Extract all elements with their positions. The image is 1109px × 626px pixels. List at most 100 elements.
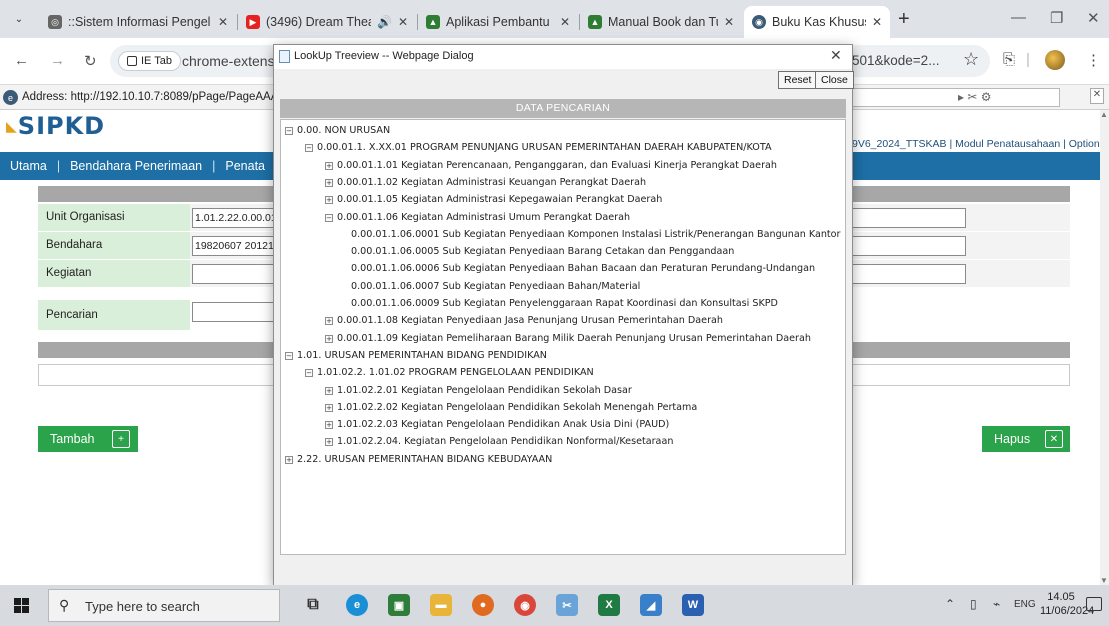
ie-tab-extension-icon[interactable]: ⎘ xyxy=(1003,51,1015,68)
tree-node[interactable]: 0.00.01.1.06.0001 Sub Kegiatan Penyediaa… xyxy=(351,228,841,242)
task-view-icon[interactable]: ⧉ xyxy=(302,594,324,616)
tab-manual-book[interactable]: ▲ Manual Book dan Tutoria ✕ xyxy=(580,6,742,38)
tree-node[interactable]: +2.22. URUSAN PEMERINTAHAN BIDANG KEBUDA… xyxy=(285,453,552,467)
close-tab-icon[interactable]: ✕ xyxy=(218,15,228,29)
hapus-button[interactable]: Hapus ✕ xyxy=(982,426,1070,452)
tree-node[interactable]: −0.00. NON URUSAN xyxy=(285,124,390,138)
tree-node[interactable]: 0.00.01.1.06.0006 Sub Kegiatan Penyediaa… xyxy=(351,262,815,276)
windows-start-icon[interactable] xyxy=(14,598,29,613)
bendahara-name-field[interactable] xyxy=(851,236,966,256)
collapse-icon[interactable]: − xyxy=(305,144,313,153)
forward-arrow-icon[interactable]: → xyxy=(50,52,65,69)
scroll-down-icon[interactable]: ▼ xyxy=(1100,576,1108,585)
tree-node[interactable]: +0.00.01.1.08 Kegiatan Penyediaan Jasa P… xyxy=(325,314,723,328)
more-menu-icon[interactable]: ⋮ xyxy=(1086,51,1101,69)
bendahara-field[interactable]: 19820607 201212 xyxy=(192,236,274,256)
ie-address-url[interactable]: http://192.10.10.7:8089/pPage/PageAAA xyxy=(71,91,279,103)
minimize-icon[interactable]: — xyxy=(1011,9,1026,26)
expand-icon[interactable]: + xyxy=(325,317,333,326)
close-tab-icon[interactable]: ✕ xyxy=(398,15,408,29)
tab-buku-kas-khusus[interactable]: ◉ Buku Kas Khusus - Pemu ✕ xyxy=(744,6,890,38)
expand-icon[interactable]: + xyxy=(325,421,333,430)
expand-icon[interactable]: + xyxy=(285,455,293,464)
tree-node[interactable]: 0.00.01.1.06.0005 Sub Kegiatan Penyediaa… xyxy=(351,245,734,259)
collapse-icon[interactable]: − xyxy=(325,213,333,222)
menu-item-penata[interactable]: Penata xyxy=(215,159,275,173)
tree-node[interactable]: +0.00.01.1.09 Kegiatan Pemeliharaan Bara… xyxy=(325,332,811,346)
tree-node[interactable]: 0.00.01.1.06.0007 Sub Kegiatan Penyediaa… xyxy=(351,280,640,294)
audio-playing-icon[interactable]: 🔊 xyxy=(377,15,392,29)
kegiatan-name-field[interactable] xyxy=(851,264,966,284)
reset-button[interactable]: Reset xyxy=(778,71,818,89)
word-icon[interactable]: W xyxy=(682,594,704,616)
firefox-icon[interactable]: ● xyxy=(472,594,494,616)
tab-aplikasi-pembantu[interactable]: ▲ Aplikasi Pembantu Keuan ✕ xyxy=(418,6,578,38)
collapse-icon[interactable]: − xyxy=(305,369,313,378)
page-scrollbar[interactable]: ▲ ▼ xyxy=(1100,110,1109,585)
expand-icon[interactable]: + xyxy=(325,161,333,170)
bendahara-label: Bendahara xyxy=(38,232,190,259)
tray-expand-icon[interactable]: ⌃ xyxy=(945,597,955,611)
close-tab-icon[interactable]: ✕ xyxy=(872,15,882,29)
tree-node[interactable]: −1.01.02.2. 1.01.02 PROGRAM PENGELOLAAN … xyxy=(305,366,594,380)
menu-item-bendahara-penerimaan[interactable]: Bendahara Penerimaan xyxy=(60,159,212,173)
dialog-close-icon[interactable]: ✕ xyxy=(830,47,842,64)
tambah-button[interactable]: Tambah + xyxy=(38,426,138,452)
menu-item-utama[interactable]: Utama xyxy=(0,159,57,173)
network-icon[interactable]: ⌁ xyxy=(993,597,1000,611)
tree-node[interactable]: +0.00.01.1.05 Kegiatan Administrasi Kepe… xyxy=(325,193,662,207)
tree-node[interactable]: +1.01.02.2.02 Kegiatan Pengelolaan Pendi… xyxy=(325,401,697,415)
pencarian-field[interactable] xyxy=(192,302,274,322)
close-tab-icon[interactable]: ✕ xyxy=(724,15,734,29)
language-indicator[interactable]: ENG xyxy=(1014,599,1036,610)
tree-node[interactable]: 0.00.01.1.06.0009 Sub Kegiatan Penyeleng… xyxy=(351,297,778,311)
battery-icon[interactable]: ▯ xyxy=(970,597,977,611)
tab-sistem-informasi[interactable]: ◎ ::Sistem Informasi Pengel ✕ xyxy=(40,6,236,38)
expand-icon[interactable]: + xyxy=(325,196,333,205)
profile-avatar[interactable] xyxy=(1045,50,1065,70)
expand-icon[interactable]: + xyxy=(325,386,333,395)
tree-node[interactable]: −1.01. URUSAN PEMERINTAHAN BIDANG PENDID… xyxy=(285,349,547,363)
expand-icon[interactable]: + xyxy=(325,334,333,343)
tree-node[interactable]: +0.00.01.1.02 Kegiatan Administrasi Keua… xyxy=(325,176,646,190)
collapse-icon[interactable]: − xyxy=(285,351,293,360)
bookmark-star-icon[interactable]: ☆ xyxy=(963,49,979,70)
chrome-icon[interactable]: ◉ xyxy=(514,594,536,616)
ie-close-icon[interactable]: ✕ xyxy=(1090,88,1104,104)
expand-icon[interactable]: + xyxy=(325,403,333,412)
back-arrow-icon[interactable]: ← xyxy=(14,52,29,69)
tree-node[interactable]: +1.01.02.2.04. Kegiatan Pengelolaan Pend… xyxy=(325,435,673,449)
snipping-tool-icon[interactable]: ✂ xyxy=(556,594,578,616)
ie-tools-icons[interactable]: ▸ ✂ ⚙ xyxy=(958,90,992,104)
unit-organisasi-name-field[interactable] xyxy=(851,208,966,228)
tree-node[interactable]: +1.01.02.2.03 Kegiatan Pengelolaan Pendi… xyxy=(325,418,669,432)
tab-search-icon[interactable]: ⌄ xyxy=(8,8,30,30)
reload-icon[interactable]: ↻ xyxy=(84,52,97,70)
excel-icon[interactable]: X xyxy=(598,594,620,616)
expand-icon[interactable]: + xyxy=(325,438,333,447)
collapse-icon[interactable]: − xyxy=(285,127,293,135)
expand-icon[interactable]: + xyxy=(325,178,333,187)
notification-icon[interactable] xyxy=(1086,597,1102,611)
file-explorer-icon[interactable]: ▬ xyxy=(430,594,452,616)
close-button[interactable]: Close xyxy=(815,71,854,89)
close-tab-icon[interactable]: ✕ xyxy=(560,15,570,29)
close-window-icon[interactable]: ✕ xyxy=(1087,9,1100,27)
taskbar-clock[interactable]: 14.05 11/06/2024 xyxy=(1040,590,1094,618)
restore-icon[interactable]: ❐ xyxy=(1050,9,1063,27)
kegiatan-field[interactable] xyxy=(192,264,274,284)
tree-node[interactable]: −0.00.01.1.06 Kegiatan Administrasi Umum… xyxy=(325,211,630,225)
scroll-up-icon[interactable]: ▲ xyxy=(1100,110,1108,119)
ie-tab-chip[interactable]: IE Tab xyxy=(118,51,181,71)
edge-icon[interactable]: e xyxy=(346,594,368,616)
new-tab-button[interactable]: + xyxy=(898,9,910,29)
app-blue-icon[interactable]: ◢ xyxy=(640,594,662,616)
tree-node[interactable]: −0.00.01.1. X.XX.01 PROGRAM PENUNJANG UR… xyxy=(305,141,772,155)
tab-dream-theater[interactable]: ▶ (3496) Dream Theate 🔊 ✕ xyxy=(238,6,416,38)
app-icon[interactable]: ▣ xyxy=(388,594,410,616)
taskbar-search[interactable]: ⚲ Type here to search xyxy=(48,589,280,622)
tree-node[interactable]: +0.00.01.1.01 Kegiatan Perencanaan, Peng… xyxy=(325,159,777,173)
unit-organisasi-field[interactable]: 1.01.2.22.0.00.01 xyxy=(192,208,274,228)
tree-node[interactable]: +1.01.02.2.01 Kegiatan Pengelolaan Pendi… xyxy=(325,384,632,398)
ie-address-field[interactable] xyxy=(848,88,1060,107)
